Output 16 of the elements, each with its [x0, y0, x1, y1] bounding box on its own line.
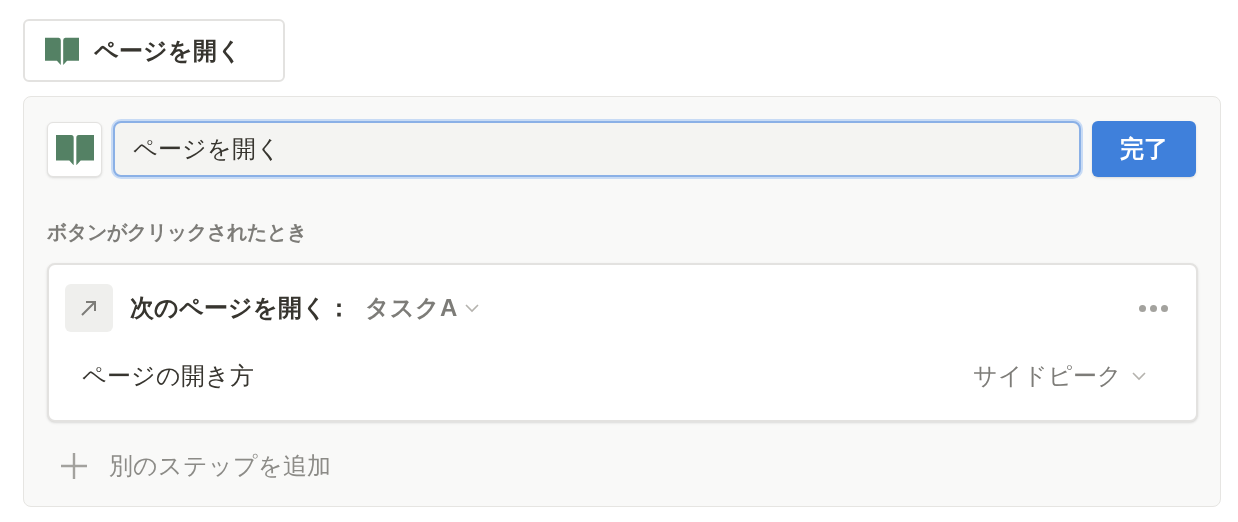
trigger-label: ボタンがクリックされたとき: [47, 220, 308, 245]
chevron-down-icon: [465, 303, 480, 313]
arrow-up-right-icon: [65, 284, 113, 332]
add-step-button[interactable]: 別のステップを追加: [61, 448, 331, 484]
icon-picker-button[interactable]: [47, 121, 102, 177]
plus-icon: [61, 453, 87, 479]
open-mode-dropdown[interactable]: サイドピーク: [973, 358, 1146, 394]
done-button[interactable]: 完了: [1092, 121, 1196, 177]
page-button[interactable]: ページを開く: [23, 19, 285, 82]
chevron-down-icon: [1132, 371, 1146, 381]
book-icon: [45, 36, 79, 65]
name-input-field[interactable]: ページを開く: [113, 121, 1081, 177]
book-icon: [55, 132, 94, 166]
target-page-dropdown[interactable]: タスクA: [365, 290, 480, 326]
step-action: 次のページを開く：: [130, 293, 351, 323]
option-label: ページの開き方: [82, 361, 254, 391]
